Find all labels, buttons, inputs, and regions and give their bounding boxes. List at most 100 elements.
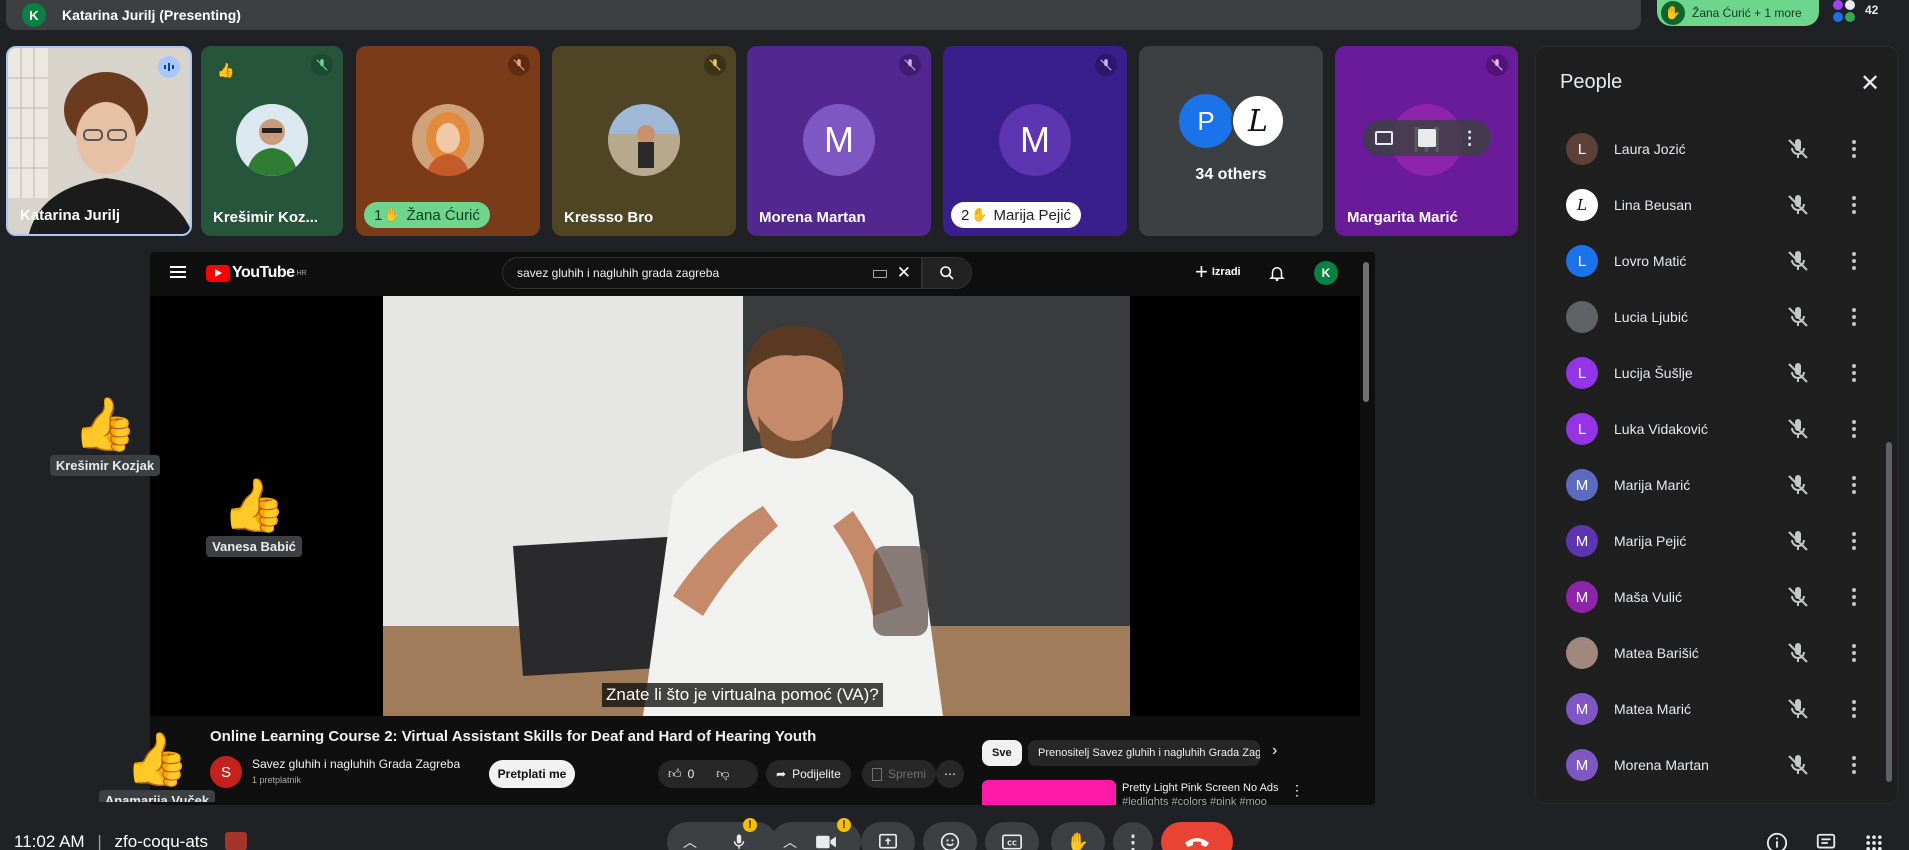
- mic-icon[interactable]: [730, 832, 748, 850]
- mic-off-icon[interactable]: [1786, 697, 1810, 721]
- mic-off-icon[interactable]: [1786, 137, 1810, 161]
- tile-others[interactable]: P L 34 others: [1139, 46, 1323, 236]
- reaction-name: Anamarija Vuček: [98, 790, 216, 802]
- emoji-button[interactable]: [923, 822, 977, 850]
- participant-row[interactable]: L Laura Jozić: [1536, 121, 1897, 177]
- participant-more-icon[interactable]: [1844, 641, 1864, 665]
- notifications-bell-icon[interactable]: [1268, 264, 1286, 282]
- youtube-account-avatar[interactable]: K: [1314, 261, 1338, 285]
- people-scrollbar[interactable]: [1886, 442, 1892, 782]
- meeting-info-icon[interactable]: [1766, 832, 1788, 850]
- tile-marija-pejic[interactable]: M 2 ✋ Marija Pejić: [943, 46, 1127, 236]
- mic-off-icon[interactable]: [1786, 305, 1810, 329]
- mic-options-arrow[interactable]: ︿ !: [667, 818, 777, 850]
- mic-off-icon[interactable]: [1786, 473, 1810, 497]
- participant-row[interactable]: Lucia Ljubić: [1536, 289, 1897, 345]
- chip-publisher[interactable]: Prenositelj Savez gluhih i nagluhih Grad…: [1028, 740, 1260, 766]
- reaction-anamarija: 👍 Anamarija Vuček: [92, 730, 222, 802]
- participant-row[interactable]: Matea Barišić: [1536, 625, 1897, 681]
- clear-search-icon[interactable]: ✕: [897, 263, 911, 283]
- share-button[interactable]: ➦ Podijelite: [766, 760, 851, 788]
- participant-photo: [236, 104, 308, 176]
- mic-off-icon[interactable]: [1786, 585, 1810, 609]
- tile-kresimir[interactable]: 👍 Krešimir Koz...: [201, 46, 343, 236]
- chip-all[interactable]: Sve: [982, 740, 1022, 766]
- tile-kressso-bro[interactable]: Kressso Bro: [552, 46, 736, 236]
- participant-row[interactable]: M Matea Marić: [1536, 681, 1897, 737]
- close-icon[interactable]: ✕: [1854, 67, 1886, 99]
- activities-grid-icon[interactable]: [1864, 833, 1884, 850]
- participant-row[interactable]: M Maša Vulić: [1536, 569, 1897, 625]
- frame-icon[interactable]: [1375, 131, 1394, 145]
- captions-button[interactable]: CC: [985, 822, 1039, 850]
- participant-row[interactable]: L Luka Vidaković: [1536, 401, 1897, 457]
- raised-hands-pill[interactable]: ✋ Žana Ćurić + 1 more: [1657, 0, 1819, 26]
- activity-icon[interactable]: [224, 832, 247, 850]
- tile-zana-curic[interactable]: 1 ✋ Žana Ćurić: [356, 46, 540, 236]
- participant-row[interactable]: L Lucija Šušlje: [1536, 345, 1897, 401]
- participant-more-icon[interactable]: [1844, 473, 1864, 497]
- raise-hand-button[interactable]: ✋: [1051, 822, 1105, 850]
- tile-morena-martan[interactable]: M Morena Martan: [747, 46, 931, 236]
- participants-mini-avatars[interactable]: [1833, 0, 1855, 22]
- mic-off-icon[interactable]: [1786, 529, 1810, 553]
- mic-off-icon[interactable]: [1786, 417, 1810, 441]
- leave-call-button[interactable]: [1161, 822, 1233, 850]
- mic-off-icon[interactable]: [1786, 753, 1810, 777]
- pin-icon[interactable]: [1417, 129, 1436, 147]
- participant-more-icon[interactable]: [1844, 753, 1864, 777]
- participant-more-icon[interactable]: [1844, 417, 1864, 441]
- participant-row[interactable]: M Marija Marić: [1536, 457, 1897, 513]
- search-button[interactable]: [922, 257, 972, 289]
- mic-off-icon[interactable]: [1786, 641, 1810, 665]
- participant-more-icon[interactable]: [1844, 585, 1864, 609]
- participant-row[interactable]: M Marija Pejić: [1536, 513, 1897, 569]
- more-actions-button[interactable]: ⋯: [936, 760, 964, 788]
- video-player[interactable]: [383, 296, 1130, 716]
- participant-more-icon[interactable]: [1844, 137, 1864, 161]
- hamburger-menu-icon[interactable]: [170, 266, 186, 278]
- youtube-logo[interactable]: YouTube HR: [206, 264, 307, 282]
- mic-off-icon[interactable]: [1786, 249, 1810, 273]
- divider: |: [97, 832, 102, 850]
- participant-row[interactable]: M Morena Martan: [1536, 737, 1897, 793]
- create-button[interactable]: + Izradi: [1195, 261, 1241, 283]
- recommended-thumbnail[interactable]: [982, 780, 1116, 805]
- participant-more-icon[interactable]: [1844, 305, 1864, 329]
- recommended-more-icon[interactable]: ⋮: [1290, 782, 1304, 799]
- mic-off-icon[interactable]: [1786, 193, 1810, 217]
- tile-katarina-jurilj[interactable]: Katarina Jurilj: [6, 46, 192, 236]
- chip-next-icon[interactable]: ›: [1272, 742, 1277, 760]
- like-dislike-group[interactable]: 👍︎ 0 👎︎: [658, 760, 758, 788]
- participant-more-icon[interactable]: [1844, 193, 1864, 217]
- present-button[interactable]: [861, 822, 915, 850]
- subscribe-button[interactable]: Pretplati me: [489, 760, 575, 788]
- participant-row[interactable]: L Lina Beusan: [1536, 177, 1897, 233]
- more-options-icon[interactable]: ⋮: [1461, 128, 1479, 149]
- keyboard-icon[interactable]: [873, 270, 887, 278]
- youtube-search-input[interactable]: savez gluhih i nagluhih grada zagreba ✕: [502, 257, 922, 289]
- participant-more-icon[interactable]: [1844, 361, 1864, 385]
- reaction-vanesa: 👍 Vanesa Babić: [194, 476, 314, 557]
- thumb-up-icon[interactable]: 👍︎: [668, 766, 682, 782]
- participant-more-icon[interactable]: [1844, 249, 1864, 273]
- more-options-button[interactable]: ⋮: [1113, 822, 1153, 850]
- camera-options[interactable]: ︿ !: [771, 818, 861, 850]
- tile-name: Katarina Jurilj: [20, 207, 121, 224]
- recommended-title[interactable]: Pretty Light Pink Screen No Ads: [1122, 782, 1279, 794]
- mic-off-icon[interactable]: [1786, 361, 1810, 385]
- channel-name[interactable]: Savez gluhih i nagluhih Grada Zagreba: [252, 757, 460, 771]
- tile-name: Morena Martan: [759, 209, 866, 226]
- meeting-code: zfo-coqu-ats: [114, 832, 209, 850]
- chat-icon[interactable]: [1815, 832, 1837, 850]
- participant-row[interactable]: L Lovro Matić: [1536, 233, 1897, 289]
- camera-icon[interactable]: [815, 833, 837, 850]
- youtube-scrollbar[interactable]: [1363, 262, 1369, 402]
- tile-margarita-maric[interactable]: M ⋮ Margarita Marić: [1335, 46, 1518, 236]
- participant-photo: [412, 104, 484, 176]
- save-button[interactable]: Spremi: [862, 760, 937, 788]
- participant-more-icon[interactable]: [1844, 529, 1864, 553]
- presenting-bar[interactable]: K Katarina Jurilj (Presenting): [6, 0, 1641, 30]
- participant-more-icon[interactable]: [1844, 697, 1864, 721]
- thumb-down-icon[interactable]: 👎︎: [716, 766, 729, 782]
